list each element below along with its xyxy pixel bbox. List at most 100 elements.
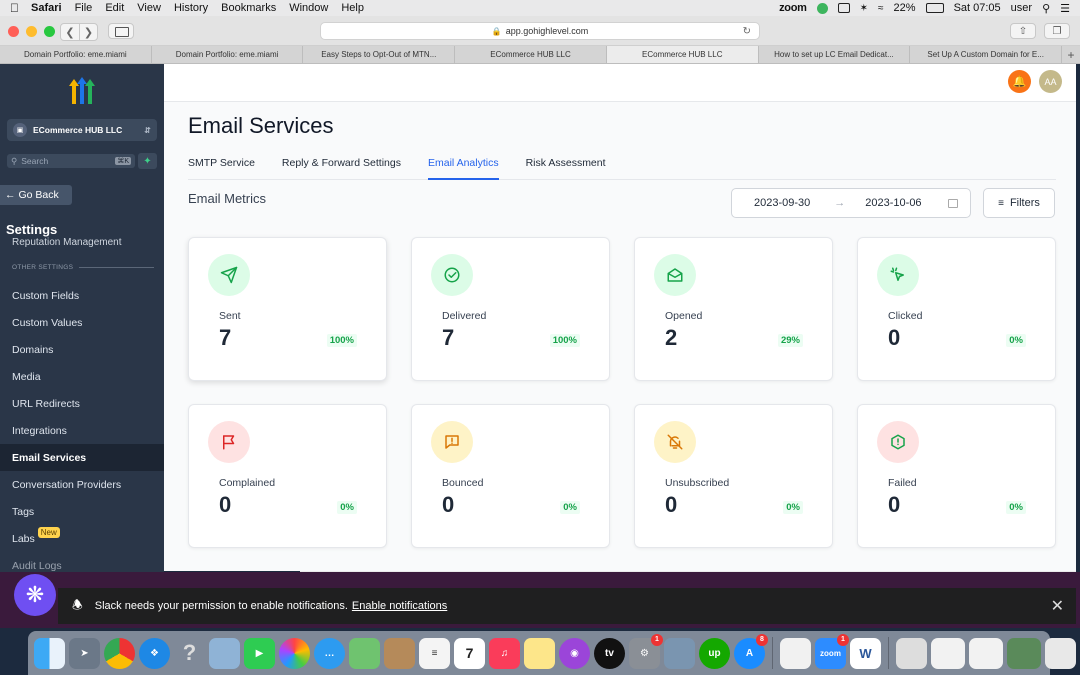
preview-icon[interactable] xyxy=(209,637,240,669)
word-icon[interactable]: W xyxy=(850,637,881,669)
menu-app-name[interactable]: Safari xyxy=(31,2,62,14)
facetime-icon[interactable]: ▶ xyxy=(244,637,275,669)
battery-percent: 22% xyxy=(893,2,916,14)
trash-icon[interactable] xyxy=(1045,637,1076,669)
apple-menu-icon[interactable]:  xyxy=(10,1,19,15)
sidebar-item-domains[interactable]: Domains xyxy=(0,336,164,363)
back-icon[interactable]: ❮ xyxy=(61,24,79,40)
metric-value: 7 xyxy=(442,325,455,350)
slack-app-icon[interactable]: ❋ xyxy=(14,574,56,616)
sidebar-item-labs[interactable]: Labs New xyxy=(0,525,164,552)
new-tab-icon[interactable]: + xyxy=(1062,46,1080,63)
downloads-stack-icon[interactable] xyxy=(896,637,927,669)
browser-tab[interactable]: Domain Portfolio: eme.miami xyxy=(0,46,152,63)
window-thumbnail-icon[interactable] xyxy=(931,637,965,669)
forward-icon[interactable]: ❯ xyxy=(79,24,97,40)
sidebar-item-custom-fields[interactable]: Custom Fields xyxy=(0,282,164,309)
sidebar-item-integrations[interactable]: Integrations xyxy=(0,417,164,444)
apple-tv-icon[interactable]: tv xyxy=(594,637,625,669)
enable-notifications-link[interactable]: Enable notifications xyxy=(352,600,447,612)
browser-tab[interactable]: Easy Steps to Opt-Out of MTN... xyxy=(303,46,456,63)
sidebar-item-custom-values[interactable]: Custom Values xyxy=(0,309,164,336)
safari-icon[interactable]: ❖ xyxy=(139,637,170,669)
address-bar[interactable]: 🔒 app.gohighlevel.com ↻ xyxy=(320,22,760,40)
zoom-app-icon[interactable]: zoom 1 xyxy=(815,633,849,669)
bluetooth-icon[interactable]: ✶ xyxy=(860,3,868,14)
tab-email-analytics[interactable]: Email Analytics xyxy=(427,157,499,180)
menu-edit[interactable]: Edit xyxy=(105,2,124,14)
sidebar-search[interactable]: ⚲ Search ⌘K xyxy=(7,154,135,168)
go-back-button[interactable]: ← Go Back xyxy=(0,185,72,205)
account-switcher[interactable]: ▣ ECommerce HUB LLC ⇵ xyxy=(7,119,157,141)
browser-tab-active[interactable]: ECommerce HUB LLC xyxy=(606,46,759,63)
close-icon[interactable]: ✕ xyxy=(1051,596,1064,616)
window-thumbnail-icon[interactable] xyxy=(1007,637,1041,669)
menubar-user[interactable]: user xyxy=(1011,2,1032,14)
reminders-icon[interactable]: ≡ xyxy=(419,637,450,669)
screen-mirror-icon[interactable] xyxy=(837,3,850,13)
menu-file[interactable]: File xyxy=(75,2,93,14)
history-nav: ❮ ❯ xyxy=(60,23,98,41)
sidebar-item-media[interactable]: Media xyxy=(0,363,164,390)
share-icon[interactable]: ⇧ xyxy=(1010,23,1036,39)
battery-icon[interactable] xyxy=(925,3,944,13)
wifi-icon[interactable]: ≈ xyxy=(878,3,884,14)
launchpad-icon[interactable]: ➤ xyxy=(69,637,100,669)
avatar[interactable]: AA xyxy=(1039,70,1062,93)
metric-card-complained: Complained 0 0% xyxy=(188,404,387,548)
sidebar-item-url-redirects[interactable]: URL Redirects xyxy=(0,390,164,417)
photos-icon[interactable] xyxy=(279,637,310,669)
help-icon[interactable]: ? xyxy=(174,638,205,669)
notification-count: 8 xyxy=(756,633,768,646)
sidebar-item-email-services[interactable]: Email Services xyxy=(0,444,164,471)
maps-icon[interactable] xyxy=(349,637,380,669)
sidebar-item-audit-logs[interactable]: Audit Logs xyxy=(0,552,164,572)
app-store-icon[interactable]: A8 xyxy=(734,633,768,669)
notes-icon[interactable] xyxy=(524,637,555,669)
window-thumbnail-icon[interactable] xyxy=(969,637,1003,669)
sidebar-toggle-icon[interactable] xyxy=(108,23,134,39)
podcasts-icon[interactable]: ◉ xyxy=(559,637,590,669)
minimize-window-icon[interactable] xyxy=(26,26,37,37)
browser-tab[interactable]: How to set up LC Email Dedicat... xyxy=(759,46,911,63)
fullscreen-window-icon[interactable] xyxy=(44,26,55,37)
notification-bell-icon[interactable]: 🔔 xyxy=(1008,70,1031,93)
sidebar-item-tags[interactable]: Tags xyxy=(0,498,164,525)
textedit-icon[interactable] xyxy=(780,637,811,669)
browser-tab[interactable]: Set Up A Custom Domain for E... xyxy=(910,46,1063,63)
system-preferences-icon[interactable]: ⚙ 1 xyxy=(629,633,663,669)
browser-tab[interactable]: ECommerce HUB LLC xyxy=(455,46,607,63)
menu-help[interactable]: Help xyxy=(341,2,364,14)
chrome-icon[interactable] xyxy=(104,637,135,669)
browser-tab[interactable]: Domain Portfolio: eme.miami xyxy=(152,46,304,63)
menu-bookmarks[interactable]: Bookmarks xyxy=(221,2,276,14)
image-capture-icon[interactable] xyxy=(664,637,695,669)
menu-view[interactable]: View xyxy=(137,2,161,14)
tab-overview-icon[interactable]: ❐ xyxy=(1044,23,1070,39)
menu-history[interactable]: History xyxy=(174,2,208,14)
quick-actions-bolt-icon[interactable]: ✦ xyxy=(138,153,157,169)
reload-icon[interactable]: ↻ xyxy=(743,26,751,37)
music-icon[interactable]: ♫ xyxy=(489,637,520,669)
zoom-status-icon[interactable]: zoom xyxy=(779,2,807,14)
close-window-icon[interactable] xyxy=(8,26,19,37)
filters-button[interactable]: ≡ Filters xyxy=(983,188,1055,218)
metric-label: Sent xyxy=(219,310,241,322)
menu-window[interactable]: Window xyxy=(289,2,328,14)
tab-risk-assessment[interactable]: Risk Assessment xyxy=(526,157,606,180)
upwork-icon[interactable]: up xyxy=(699,637,730,669)
sidebar-item-reputation-management[interactable]: Reputation Management xyxy=(12,237,122,248)
tab-smtp-service[interactable]: SMTP Service xyxy=(188,157,255,180)
tab-reply-forward-settings[interactable]: Reply & Forward Settings xyxy=(282,157,401,180)
sidebar-item-conversation-providers[interactable]: Conversation Providers xyxy=(0,471,164,498)
menubar-clock[interactable]: Sat 07:05 xyxy=(954,2,1001,14)
contacts-icon[interactable] xyxy=(384,637,415,669)
date-range-picker[interactable]: 2023-09-30 → 2023-10-06 xyxy=(731,188,971,218)
metric-value: 2 xyxy=(665,325,678,350)
messages-icon[interactable]: … xyxy=(314,637,345,669)
spotlight-icon[interactable]: ⚲ xyxy=(1042,2,1050,15)
finder-icon[interactable] xyxy=(34,637,65,669)
calendar-app-icon[interactable]: 7 xyxy=(454,637,485,669)
metric-card-delivered: Delivered 7 100% xyxy=(411,237,610,381)
control-center-icon[interactable]: ☰ xyxy=(1060,2,1070,15)
